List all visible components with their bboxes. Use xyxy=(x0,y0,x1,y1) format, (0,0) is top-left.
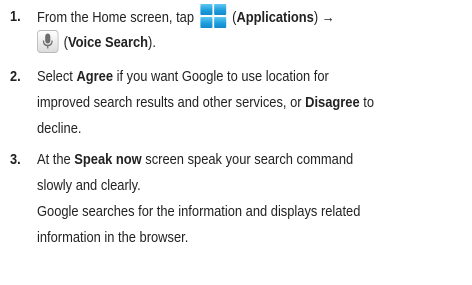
step-text: From the Home screen, tap (Applications)… xyxy=(37,4,472,56)
step-bold-term: Disagree xyxy=(305,94,360,111)
step-number: 2. xyxy=(10,68,21,85)
step-line: (Voice Search). xyxy=(37,30,472,56)
step-text-fragment: screen speak your search command xyxy=(141,151,354,168)
step-line: From the Home screen, tap (Applications)… xyxy=(37,4,472,30)
step-line: slowly and clearly. xyxy=(37,173,472,199)
step-text-fragment: ). xyxy=(148,34,156,51)
step-text-fragment: information in the browser. xyxy=(37,229,189,246)
step-text-fragment: From the Home screen, tap xyxy=(37,9,195,26)
step-line: Select Agree if you want Google to use l… xyxy=(37,64,472,90)
step-number: 1. xyxy=(10,8,21,25)
step-line: At the Speak now screen speak your searc… xyxy=(37,147,472,173)
step-text-fragment: At the xyxy=(37,151,75,168)
step-bold-term: Speak now xyxy=(74,151,142,168)
step-text: Select Agree if you want Google to use l… xyxy=(37,64,472,142)
step-bold-term: Agree xyxy=(76,68,114,85)
step-text-fragment: slowly and clearly. xyxy=(37,177,141,194)
step-text-fragment: ) → xyxy=(313,9,335,26)
step-text-fragment: Select xyxy=(37,68,77,85)
applications-grid-icon xyxy=(200,4,227,29)
step-text-fragment: to xyxy=(359,94,375,111)
step-line: improved search results and other servic… xyxy=(37,90,472,116)
step-line: information in the browser. xyxy=(37,225,472,251)
step-line: decline. xyxy=(37,116,472,142)
step-text-fragment: if you want Google to use location for xyxy=(113,68,329,85)
step-line: Google searches for the information and … xyxy=(37,199,472,225)
step-number: 3. xyxy=(10,151,21,168)
step-text-fragment: decline. xyxy=(37,120,82,137)
step-text-fragment: improved search results and other servic… xyxy=(37,94,306,111)
step-text: At the Speak now screen speak your searc… xyxy=(37,147,472,251)
step-bold-term: Applications xyxy=(236,9,314,26)
step-text-fragment: Google searches for the information and … xyxy=(37,203,361,220)
step-bold-term: Voice Search xyxy=(67,34,149,51)
microphone-icon xyxy=(37,30,59,53)
